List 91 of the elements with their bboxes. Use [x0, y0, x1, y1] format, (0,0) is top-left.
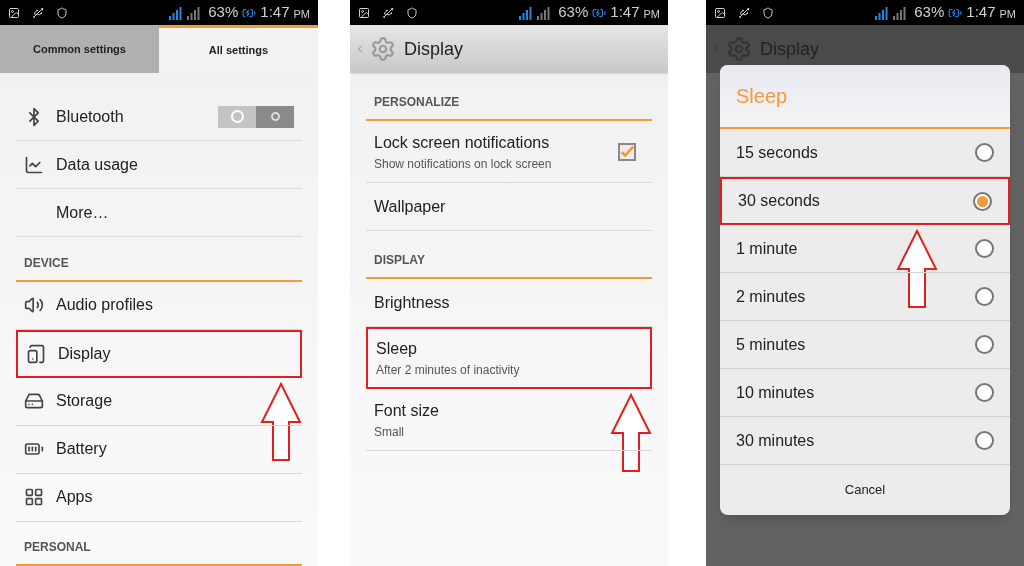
row-label: Data usage [56, 154, 139, 175]
radio-option[interactable]: 15 seconds [720, 129, 1010, 177]
row-label: Wallpaper [374, 196, 447, 217]
image-icon [358, 6, 370, 19]
section-header: PERSONAL [24, 539, 91, 556]
signal-icon [874, 5, 889, 20]
row-label: Lock screen notifications [374, 132, 551, 153]
signal-icon [168, 5, 183, 20]
grid-icon [24, 487, 44, 507]
radio-button[interactable] [975, 383, 994, 402]
gear-icon [370, 36, 396, 62]
settings-row[interactable]: Audio profiles [16, 281, 302, 330]
radio-option[interactable]: 10 minutes [720, 369, 1010, 417]
settings-row[interactable]: Display [16, 329, 302, 378]
settings-row[interactable]: Font size Small [366, 389, 652, 451]
settings-row[interactable]: More… [16, 189, 302, 237]
row-label: Font size [374, 400, 440, 421]
phone-icon [26, 343, 46, 364]
option-label: 10 minutes [736, 382, 816, 403]
chart-icon [24, 154, 44, 175]
usb-icon [738, 6, 750, 19]
shield-icon [406, 6, 418, 19]
drive-icon [24, 391, 44, 411]
shield-icon [56, 6, 68, 19]
clock-time: 1:47 [260, 2, 290, 23]
usb-icon [382, 6, 394, 19]
settings-row[interactable]: Data usage [16, 141, 302, 189]
row-label: Display [58, 343, 112, 364]
option-label: 1 minute [736, 238, 799, 259]
settings-row[interactable]: Brightness [366, 279, 652, 327]
signal-icon [518, 5, 533, 20]
row-label: Apps [56, 487, 94, 507]
radio-option[interactable]: 5 minutes [720, 321, 1010, 369]
signal-icon [892, 5, 907, 20]
row-label: Sleep [376, 339, 418, 359]
radio-button[interactable] [975, 143, 994, 162]
dialog-title: Sleep [736, 84, 788, 109]
shield-icon [762, 6, 774, 19]
section-header: DEVICE [24, 254, 69, 272]
row-label: Storage [56, 391, 114, 411]
row-summary: After 2 minutes of inactivity [376, 362, 521, 379]
signal-icon [186, 5, 201, 20]
battery-percent: 63% [208, 2, 239, 23]
radio-option[interactable]: 30 minutes [720, 417, 1010, 465]
toggle-switch[interactable] [218, 105, 294, 128]
row-label: Brightness [374, 292, 451, 313]
row-label: Bluetooth [56, 106, 125, 127]
clock-meridiem: PM [293, 6, 310, 22]
clock-time: 1:47 [966, 2, 996, 23]
radio-option[interactable]: 2 minutes [720, 273, 1010, 321]
settings-row[interactable]: Battery [16, 425, 302, 474]
option-label: 15 seconds [736, 142, 819, 163]
radio-button[interactable] [975, 287, 994, 306]
clock-time: 1:47 [610, 2, 640, 23]
image-icon [714, 6, 726, 19]
image-icon [8, 6, 20, 19]
option-label: 2 minutes [736, 286, 807, 307]
option-label: 30 seconds [738, 191, 821, 211]
option-label: 5 minutes [736, 334, 807, 355]
cancel-button[interactable]: Cancel [720, 465, 1010, 515]
tab[interactable]: Common settings [0, 25, 159, 73]
radio-option[interactable]: 30 seconds [720, 177, 1010, 225]
signal-icon [536, 5, 551, 20]
clock-meridiem: PM [643, 6, 660, 22]
usb-icon [32, 6, 44, 19]
radio-button[interactable] [975, 335, 994, 354]
speaker-icon [24, 295, 44, 315]
row-summary: Small [374, 423, 405, 441]
radio-button[interactable] [973, 191, 992, 211]
row-label: More… [56, 202, 110, 223]
battery-percent: 63% [914, 2, 945, 23]
radio-button[interactable] [975, 431, 994, 450]
settings-row[interactable]: Lock screen notifications Show notifications on lock screen [366, 121, 652, 183]
section-header: DISPLAY [374, 252, 425, 269]
screen-title: Display [404, 37, 464, 61]
settings-row[interactable]: Bluetooth [16, 93, 302, 141]
row-summary: Show notifications on lock screen [374, 155, 553, 173]
section-header: PERSONALIZE [374, 94, 460, 111]
row-label: Battery [56, 439, 108, 459]
row-label: Audio profiles [56, 295, 154, 315]
radio-button[interactable] [975, 239, 994, 258]
gear-icon [726, 36, 752, 62]
settings-row[interactable]: Storage [16, 377, 302, 426]
clock-meridiem: PM [999, 6, 1016, 22]
settings-row[interactable]: Apps [16, 473, 302, 522]
radio-option[interactable]: 1 minute [720, 225, 1010, 273]
settings-row[interactable]: Sleep After 2 minutes of inactivity [366, 327, 652, 389]
option-label: 30 minutes [736, 430, 816, 451]
checkbox[interactable] [618, 142, 636, 161]
battery-percent: 63% [558, 2, 589, 23]
settings-row[interactable]: Wallpaper [366, 183, 652, 231]
